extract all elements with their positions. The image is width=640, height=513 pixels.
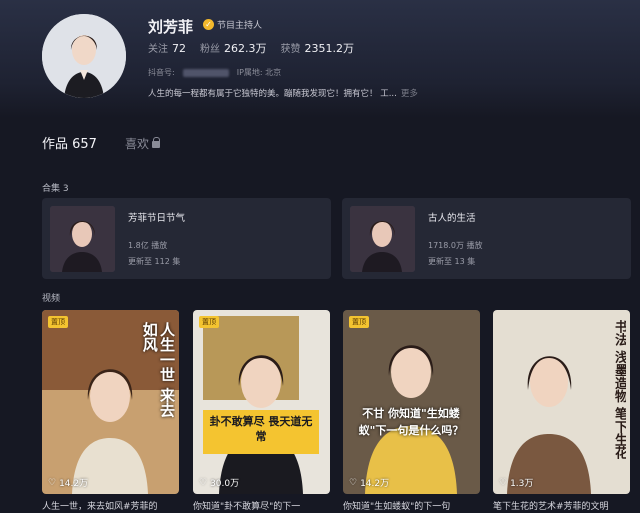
- collections-heading: 合集 3: [42, 184, 69, 194]
- video-card[interactable]: 置顶 卦不敢算尽 畏天道无常 ♡ 30.0万: [193, 310, 330, 494]
- likes-count: 2351.2万: [304, 42, 355, 55]
- video-caption[interactable]: 你知道"生如蝼蚁"的下一句: [343, 499, 483, 512]
- lock-icon: [151, 137, 161, 148]
- collection-title: 古人的生活: [428, 213, 476, 224]
- pinned-badge: 置顶: [48, 316, 68, 328]
- video-likes: ♡ 1.3万: [499, 477, 534, 490]
- profile-meta: 抖音号: IP属地: 北京: [148, 67, 281, 78]
- avatar[interactable]: [42, 14, 126, 98]
- profile-name: 刘芳菲: [148, 18, 194, 36]
- video-overlay-text: 不甘 你知道"生如蝼蚁"下一句是什么吗？: [358, 407, 464, 437]
- collection-card[interactable]: 芳菲节日节气 1.8亿 播放 更新至 112 集: [42, 198, 331, 279]
- profile-bio: 人生的每一程都有属于它独特的美。蹦随我发现它！拥有它！ 工... 更多: [148, 87, 418, 99]
- heart-icon: ♡: [499, 477, 508, 488]
- video-card[interactable]: 置顶 人生一世 来去如风 ♡ 14.2万: [42, 310, 179, 494]
- videos-heading: 视频: [42, 294, 61, 304]
- following-count: 72: [172, 42, 186, 55]
- tab-likes[interactable]: 喜欢: [125, 135, 161, 152]
- pinned-badge: 置顶: [349, 316, 369, 328]
- collection-plays: 1.8亿 播放: [128, 241, 168, 250]
- video-card[interactable]: 置顶 不甘 你知道"生如蝼蚁"下一句是什么吗？ ♡ 14.2万: [343, 310, 480, 494]
- video-overlay-text: 书法 浅墨造物 笔下生花: [612, 320, 626, 460]
- profile-tabs: 作品 657 喜欢: [42, 133, 161, 152]
- heart-icon: ♡: [48, 477, 57, 488]
- verification-label: 节目主持人: [217, 21, 263, 31]
- collection-card[interactable]: 古人的生活 1718.0万 播放 更新至 13 集: [342, 198, 631, 279]
- masked-id: [182, 68, 229, 77]
- likes-stat: 获赞 2351.2万: [280, 42, 355, 55]
- video-likes: ♡ 30.0万: [199, 477, 240, 490]
- heart-icon: ♡: [349, 477, 358, 488]
- tab-works[interactable]: 作品 657: [42, 133, 97, 152]
- followers-stat[interactable]: 粉丝 262.3万: [200, 40, 267, 56]
- bio-more-link[interactable]: 更多: [401, 89, 418, 99]
- collection-thumbnail: [50, 206, 115, 272]
- collection-updated: 更新至 112 集: [128, 257, 181, 266]
- video-likes: ♡ 14.2万: [48, 477, 89, 490]
- bio-text: 人生的每一程都有属于它独特的美。蹦随我发现它！拥有它！ 工...: [148, 89, 397, 99]
- video-card[interactable]: 书法 浅墨造物 笔下生花 ♡ 1.3万: [493, 310, 630, 494]
- video-caption[interactable]: 你知道"卦不敢算尽"的下一: [193, 499, 333, 512]
- profile-stats: 关注 72 粉丝 262.3万 获赞 2351.2万: [148, 40, 354, 56]
- collection-updated: 更新至 13 集: [428, 257, 476, 266]
- pinned-badge: 置顶: [199, 316, 219, 328]
- video-overlay-text: 卦不敢算尽 畏天道无常: [209, 415, 313, 444]
- verification-badge: ✓ 节目主持人: [203, 18, 262, 31]
- verified-icon: ✓: [203, 19, 214, 30]
- ip-location: IP属地: 北京: [236, 68, 282, 77]
- collection-thumbnail: [350, 206, 415, 272]
- douyin-id-label: 抖音号:: [148, 68, 175, 77]
- video-caption[interactable]: 人生一世，来去如风#芳菲的: [42, 499, 182, 512]
- followers-count: 262.3万: [224, 42, 267, 55]
- video-overlay-text: 人生一世 来去如风: [140, 322, 175, 418]
- video-caption[interactable]: 笔下生花的艺术#芳菲的文明: [493, 499, 633, 512]
- following-stat[interactable]: 关注 72: [148, 40, 186, 56]
- heart-icon: ♡: [199, 477, 208, 488]
- video-likes: ♡ 14.2万: [349, 477, 390, 490]
- collection-title: 芳菲节日节气: [128, 213, 186, 224]
- collection-plays: 1718.0万 播放: [428, 241, 483, 250]
